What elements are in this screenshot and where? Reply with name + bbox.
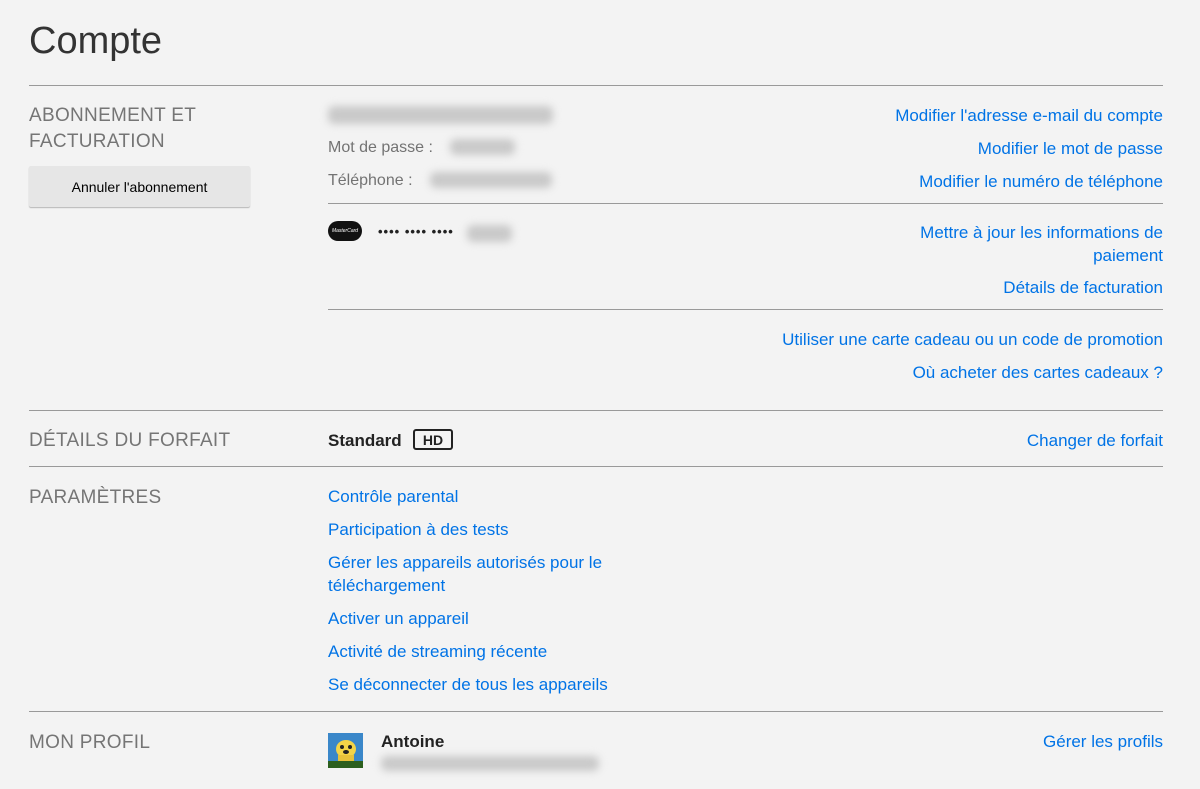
- sign-out-all-devices-link[interactable]: Se déconnecter de tous les appareils: [328, 673, 608, 696]
- avatar[interactable]: [328, 733, 363, 768]
- change-password-link[interactable]: Modifier le mot de passe: [978, 137, 1163, 160]
- divider: [29, 410, 1163, 411]
- page-title: Compte: [29, 20, 163, 62]
- manage-download-devices-line2: téléchargement: [328, 576, 446, 595]
- divider: [29, 466, 1163, 467]
- card-digits-redacted: [467, 225, 512, 242]
- divider: [328, 309, 1163, 310]
- email-value-redacted: [328, 106, 553, 124]
- password-label: Mot de passe :: [328, 139, 433, 156]
- phone-label: Téléphone :: [328, 172, 413, 189]
- manage-download-devices-link[interactable]: Gérer les appareils autorisés pour le té…: [328, 551, 602, 597]
- update-payment-line1: Mettre à jour les informations de: [920, 223, 1163, 242]
- parental-controls-link[interactable]: Contrôle parental: [328, 485, 458, 508]
- profile-name: Antoine: [381, 732, 445, 751]
- profile-email-redacted: [381, 756, 599, 771]
- divider: [29, 85, 1163, 86]
- test-participation-link[interactable]: Participation à des tests: [328, 518, 508, 541]
- change-phone-link[interactable]: Modifier le numéro de téléphone: [919, 170, 1163, 193]
- membership-billing-label: ABONNEMENT ET FACTURATION: [29, 103, 196, 155]
- phone-value-redacted: [430, 172, 552, 188]
- plan-name: Standard: [328, 431, 402, 450]
- manage-download-devices-line1: Gérer les appareils autorisés pour le: [328, 553, 603, 572]
- divider: [328, 203, 1163, 204]
- mastercard-icon: MasterCard: [328, 221, 362, 241]
- update-payment-line2: paiement: [1093, 246, 1163, 265]
- buy-gift-cards-link[interactable]: Où acheter des cartes cadeaux ?: [913, 361, 1163, 384]
- manage-profiles-link[interactable]: Gérer les profils: [1043, 730, 1163, 753]
- billing-details-link[interactable]: Détails de facturation: [1003, 276, 1163, 299]
- password-value-redacted: [450, 139, 515, 155]
- membership-label-line1: ABONNEMENT ET: [29, 105, 197, 126]
- change-email-link[interactable]: Modifier l'adresse e-mail du compte: [895, 104, 1163, 127]
- settings-label: PARAMÈTRES: [29, 487, 162, 508]
- hd-badge: HD: [413, 429, 453, 450]
- change-plan-link[interactable]: Changer de forfait: [1027, 429, 1163, 452]
- plan-details-label: DÉTAILS DU FORFAIT: [29, 430, 231, 451]
- my-profile-label: MON PROFIL: [29, 732, 151, 753]
- membership-label-line2: FACTURATION: [29, 131, 165, 152]
- cancel-membership-button[interactable]: Annuler l'abonnement: [29, 166, 250, 207]
- divider: [29, 711, 1163, 712]
- redeem-gift-card-link[interactable]: Utiliser une carte cadeau ou un code de …: [782, 328, 1163, 351]
- activate-device-link[interactable]: Activer un appareil: [328, 607, 469, 630]
- update-payment-link[interactable]: Mettre à jour les informations de paieme…: [920, 221, 1163, 267]
- recent-streaming-activity-link[interactable]: Activité de streaming récente: [328, 640, 547, 663]
- card-number-masked: •••• •••• ••••: [378, 224, 454, 239]
